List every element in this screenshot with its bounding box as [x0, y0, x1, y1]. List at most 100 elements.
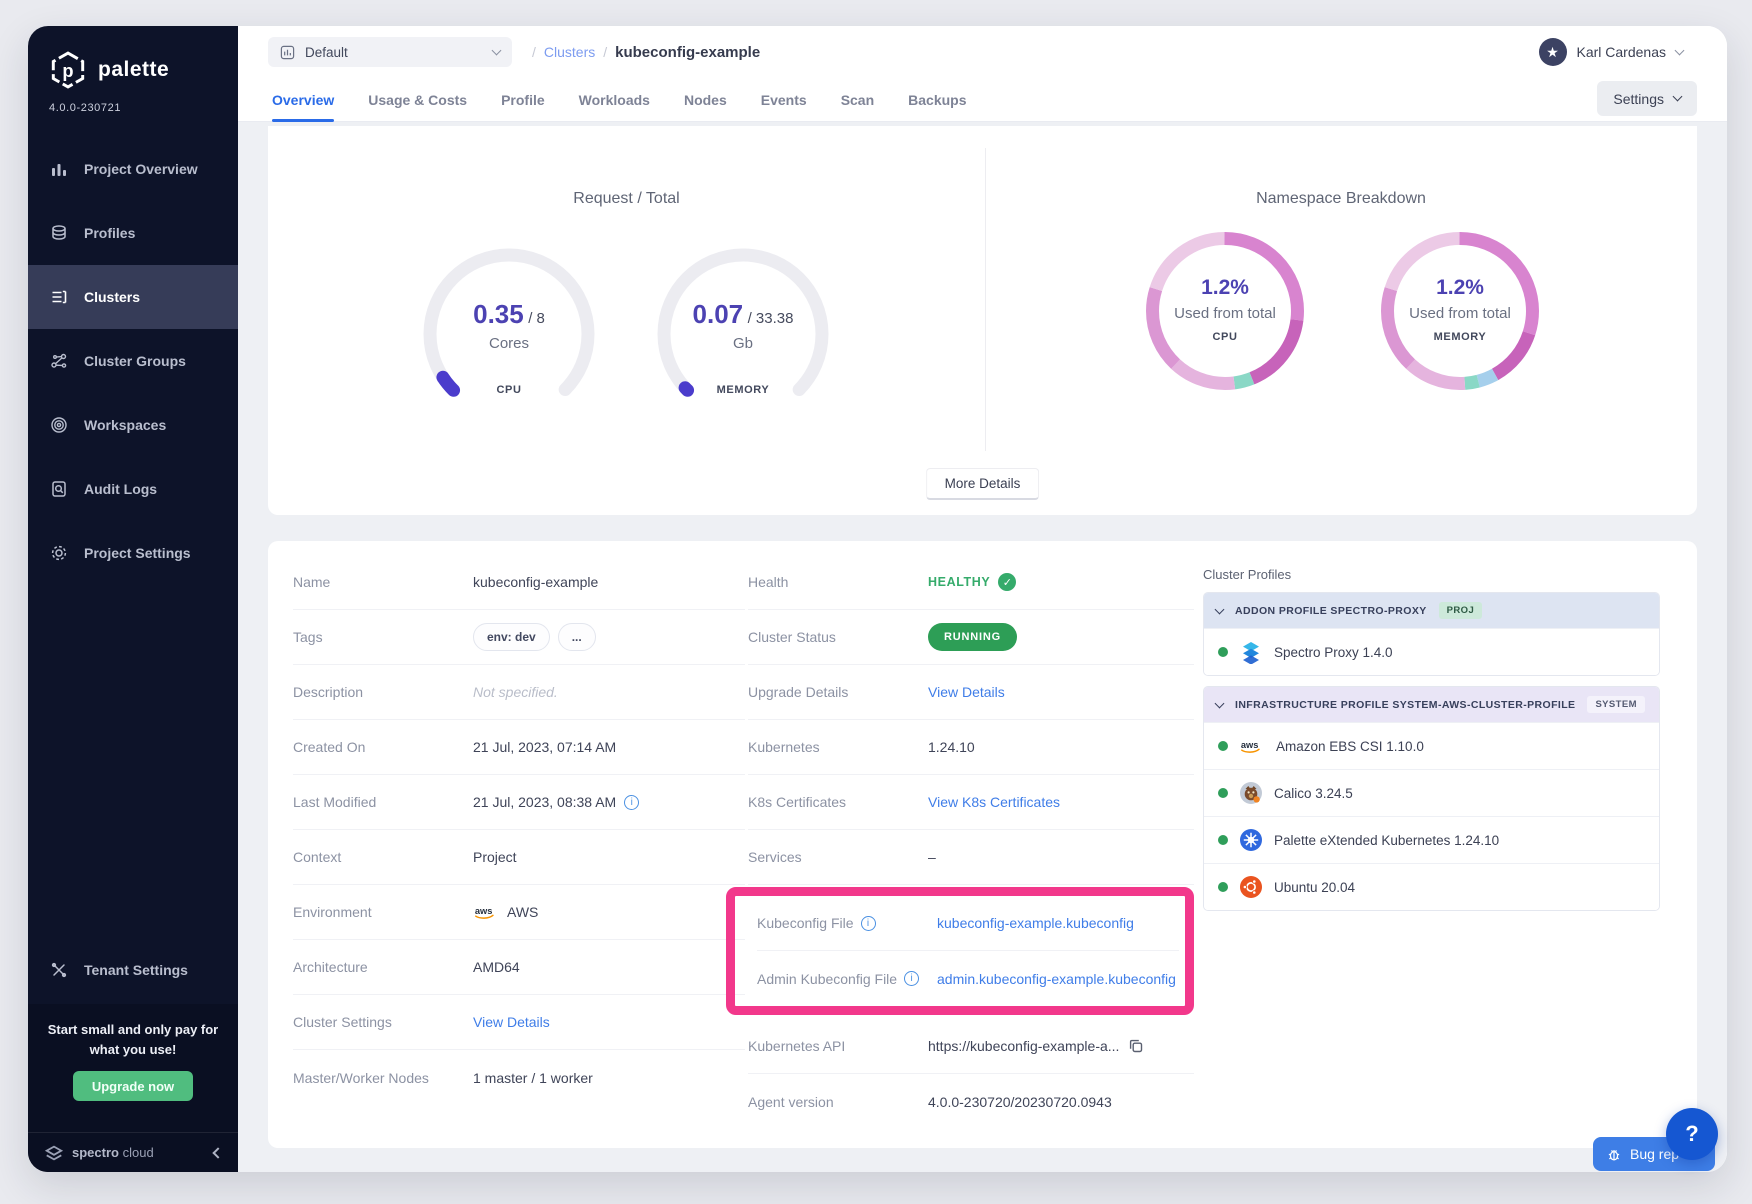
sidebar-item-audit-logs[interactable]: Audit Logs [28, 457, 238, 521]
profile-group-name: INFRASTRUCTURE PROFILE SYSTEM-AWS-CLUSTE… [1235, 699, 1575, 711]
main-area: Default / Clusters / kubeconfig-example … [238, 26, 1727, 1172]
sidebar-item-tenant-settings[interactable]: Tenant Settings [28, 938, 238, 1002]
footer-brand-bold: spectro [72, 1145, 119, 1160]
profile-group-name: ADDON PROFILE SPECTRO-PROXY [1235, 605, 1427, 617]
detail-label-text: Description [293, 684, 363, 700]
audit-icon [50, 480, 68, 498]
namespace-cpu-donut: 1.2% Used from total CPU [1140, 226, 1310, 396]
memory-gauge-text: 0.07 / 33.38 Gb [653, 299, 833, 352]
value-text: Project [473, 849, 517, 865]
sidebar-item-project-settings[interactable]: Project Settings [28, 521, 238, 585]
status-dot [1218, 835, 1228, 845]
avatar: ★ [1539, 38, 1567, 66]
breadcrumb-link-clusters[interactable]: Clusters [544, 44, 595, 60]
detail-label: Health [748, 574, 928, 590]
detail-value: View Details [928, 684, 1194, 700]
detail-label-text: Health [748, 574, 788, 590]
detail-value: 4.0.0-230720/20230720.0943 [928, 1094, 1194, 1110]
help-button[interactable]: ? [1666, 1108, 1718, 1160]
table-row: Master/Worker Nodes1 master / 1 worker [293, 1050, 745, 1105]
tabs-row: Overview Usage & Costs Profile Workloads Nod… [238, 78, 1727, 122]
link-kubeconfig-example-kubeconfig[interactable]: kubeconfig-example.kubeconfig [937, 915, 1134, 931]
svg-text:aws: aws [1241, 740, 1259, 750]
tab-nodes[interactable]: Nodes [684, 78, 727, 121]
details-left-list: Namekubeconfig-exampleTagsenv: dev...Des… [293, 555, 745, 1105]
sidebar-item-project-overview[interactable]: Project Overview [28, 137, 238, 201]
value-text: 21 Jul, 2023, 08:38 AM [473, 794, 616, 810]
sidebar-item-cluster-groups[interactable]: Cluster Groups [28, 329, 238, 393]
link-view-k8s-certificates[interactable]: View K8s Certificates [928, 794, 1060, 810]
detail-label: Name [293, 574, 473, 590]
profile-scope-badge: SYSTEM [1587, 696, 1644, 713]
info-icon[interactable]: i [624, 795, 639, 810]
promo-text: Start small and only pay for what you us… [28, 1004, 238, 1059]
profile-group-header[interactable]: ADDON PROFILE SPECTRO-PROXY PROJ [1204, 593, 1659, 628]
detail-value: 1.24.10 [928, 739, 1194, 755]
profile-layer-row[interactable]: awsAmazon EBS CSI 1.10.0 [1204, 722, 1659, 769]
app-window: p palette 4.0.0-230721 Project OverviewP… [28, 26, 1727, 1172]
value-text: 1.24.10 [928, 739, 975, 755]
link-view-details[interactable]: View Details [473, 1014, 550, 1030]
memory-gauge-label: MEMORY [653, 384, 833, 396]
detail-label: Kubernetes [748, 739, 928, 755]
info-icon[interactable]: i [861, 916, 876, 931]
tab-scan[interactable]: Scan [841, 78, 874, 121]
detail-label-text: Last Modified [293, 794, 376, 810]
sidebar-item-workspaces[interactable]: Workspaces [28, 393, 238, 457]
aws-logo-icon: aws [473, 903, 499, 921]
tab-backups[interactable]: Backups [908, 78, 966, 121]
tab-workloads[interactable]: Workloads [579, 78, 650, 121]
detail-value: 21 Jul, 2023, 08:38 AM i [473, 794, 745, 810]
collapse-sidebar-icon[interactable] [212, 1147, 223, 1158]
profile-layer-row[interactable]: Ubuntu 20.04 [1204, 863, 1659, 910]
copy-icon[interactable] [1127, 1037, 1145, 1055]
spectro-proxy-icon [1239, 640, 1263, 664]
sidebar-item-profiles[interactable]: Profiles [28, 201, 238, 265]
tag-pill[interactable]: ... [558, 623, 596, 651]
namespace-memory-percent: 1.2% [1375, 276, 1545, 300]
profile-scope-badge: PROJ [1439, 602, 1482, 619]
groups-icon [50, 352, 68, 370]
profile-group: INFRASTRUCTURE PROFILE SYSTEM-AWS-CLUSTE… [1203, 686, 1660, 911]
tab-profile[interactable]: Profile [501, 78, 545, 121]
info-icon[interactable]: i [904, 971, 919, 986]
value-text: AMD64 [473, 959, 520, 975]
sidebar-item-clusters[interactable]: Clusters [28, 265, 238, 329]
detail-label: Cluster Status [748, 629, 928, 645]
chevron-down-icon [1675, 45, 1685, 55]
link-view-details[interactable]: View Details [928, 684, 1005, 700]
status-dot [1218, 647, 1228, 657]
table-row: Kubernetes1.24.10 [748, 720, 1194, 775]
upgrade-now-button[interactable]: Upgrade now [73, 1071, 193, 1101]
profile-layer-row[interactable]: Palette eXtended Kubernetes 1.24.10 [1204, 816, 1659, 863]
value-text: 1 master / 1 worker [473, 1070, 593, 1086]
user-menu[interactable]: ★ Karl Cardenas [1539, 26, 1684, 78]
tab-usage-costs[interactable]: Usage & Costs [368, 78, 467, 121]
detail-value: kubeconfig-example.kubeconfig [937, 915, 1179, 931]
more-details-button[interactable]: More Details [926, 468, 1040, 500]
ubuntu-icon [1239, 875, 1263, 899]
detail-value: Not specified. [473, 684, 745, 700]
charts-card: Request / Total Namespace Breakdown 0.35… [268, 126, 1697, 515]
workspaces-icon [50, 416, 68, 434]
profile-group-header[interactable]: INFRASTRUCTURE PROFILE SYSTEM-AWS-CLUSTE… [1204, 687, 1659, 722]
detail-value: AMD64 [473, 959, 745, 975]
detail-value: View Details [473, 1014, 745, 1030]
project-selector[interactable]: Default [268, 37, 512, 67]
tab-overview[interactable]: Overview [272, 78, 334, 121]
detail-label: Admin Kubeconfig File i [757, 971, 937, 987]
link-admin-kubeconfig-example-kubeconfig[interactable]: admin.kubeconfig-example.kubeconfig [937, 971, 1176, 987]
detail-label-text: Tags [293, 629, 323, 645]
palette-logo-icon: p [48, 50, 88, 90]
kubernetes-icon [1239, 828, 1263, 852]
detail-value: 1 master / 1 worker [473, 1070, 745, 1086]
project-icon [280, 45, 295, 60]
settings-button[interactable]: Settings [1597, 81, 1697, 116]
value-text: https://kubeconfig-example-a... [928, 1038, 1119, 1054]
detail-label-text: Admin Kubeconfig File [757, 971, 897, 987]
tag-pill[interactable]: env: dev [473, 623, 550, 651]
profile-layer-name: Spectro Proxy 1.4.0 [1274, 645, 1393, 660]
tab-events[interactable]: Events [761, 78, 807, 121]
profile-layer-row[interactable]: Spectro Proxy 1.4.0 [1204, 628, 1659, 675]
profile-layer-row[interactable]: Calico 3.24.5 [1204, 769, 1659, 816]
